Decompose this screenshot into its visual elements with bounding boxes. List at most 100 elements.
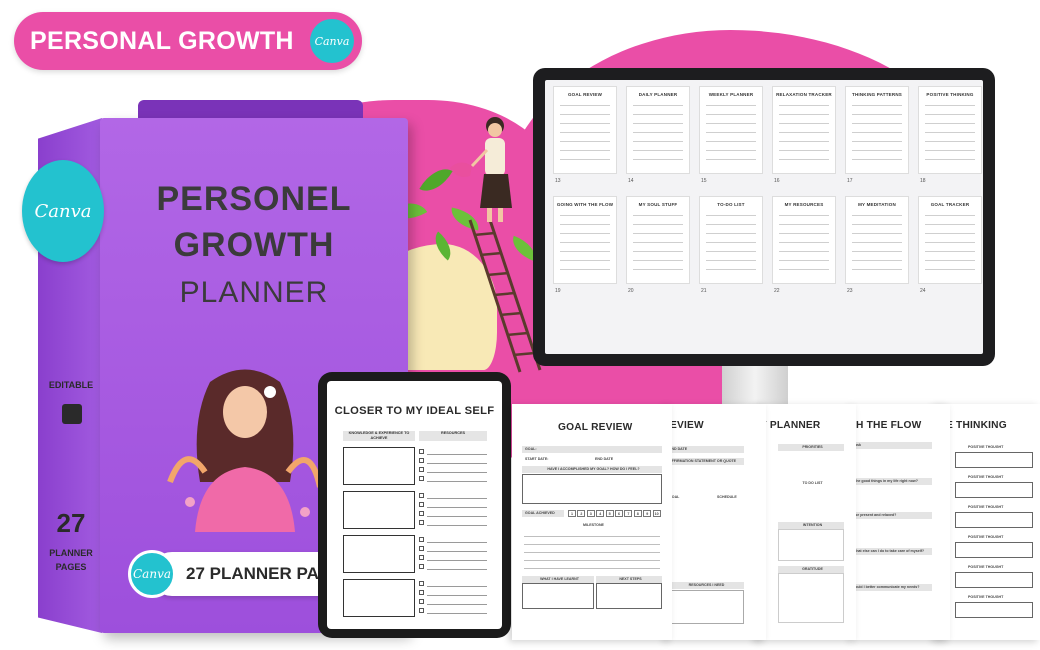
thumbnail-title: DAILY PLANNER	[638, 92, 678, 97]
scale-cell[interactable]: 8	[633, 510, 642, 517]
thumbnail-line	[925, 269, 975, 270]
tablet-knowledge-box[interactable]	[343, 447, 415, 485]
thumbnail-page-number: 24	[920, 288, 926, 294]
product-mockup: PERSONAL GROWTH Canva PERSONEL GROWTH PL…	[0, 0, 1040, 650]
checkbox[interactable]	[419, 555, 424, 560]
checkbox[interactable]	[419, 546, 424, 551]
checkbox[interactable]	[419, 608, 424, 613]
resource-line	[427, 463, 487, 464]
thumbnail-line	[925, 215, 975, 216]
sheet-title: Y PLANNER	[760, 420, 821, 431]
scale-cell[interactable]: 1	[568, 510, 576, 517]
thumbnail-line	[706, 215, 756, 216]
scale-cell[interactable]: 4	[596, 510, 605, 517]
box-title-line3: PLANNER	[179, 276, 329, 309]
positive-thought-box[interactable]	[955, 482, 1033, 498]
canva-logo-icon: Canva	[310, 19, 354, 63]
thumbnail-line	[925, 233, 975, 234]
resource-line	[427, 542, 487, 543]
checkbox[interactable]	[419, 511, 424, 516]
scale-cell[interactable]: 6	[615, 510, 623, 517]
thumbnail-line	[706, 114, 756, 115]
thumbnail-line	[925, 260, 975, 261]
thumbnail-line	[706, 105, 756, 106]
positive-thought-box[interactable]	[955, 602, 1033, 618]
checkbox[interactable]	[419, 590, 424, 595]
box-title-line1: PERSONEL	[156, 180, 352, 218]
checkbox[interactable]	[419, 537, 424, 542]
thumbnail-line	[779, 150, 829, 151]
page-thumbnail[interactable]: GOING WITH THE FLOW	[553, 196, 617, 284]
sheet-goal-review-2: EVIEW END DATE AFFIRMATION STATEMENT OR …	[666, 404, 766, 640]
checkbox[interactable]	[419, 467, 424, 472]
checkbox[interactable]	[419, 493, 424, 498]
checkbox[interactable]	[419, 564, 424, 569]
page-thumbnail[interactable]: MY MEDITATION	[845, 196, 909, 284]
checkbox[interactable]	[419, 520, 424, 525]
thumbnail-title: TO-DO LIST	[717, 202, 745, 207]
positive-thought-box[interactable]	[955, 542, 1033, 558]
thumbnail-line	[852, 150, 902, 151]
thumbnail-line	[852, 233, 902, 234]
thumbnail-line	[706, 242, 756, 243]
milestone-label: MILESTONE	[522, 522, 662, 529]
milestone-line	[524, 536, 660, 537]
thumbnail-title: WEEKLY PLANNER	[708, 92, 754, 97]
resource-line	[427, 498, 487, 499]
resource-line	[427, 507, 487, 508]
checkbox[interactable]	[419, 581, 424, 586]
scale-cell[interactable]: 7	[624, 510, 633, 517]
checkbox[interactable]	[419, 599, 424, 604]
tablet-knowledge-box[interactable]	[343, 535, 415, 573]
milestone-line	[524, 552, 660, 553]
resource-line	[427, 551, 487, 552]
positive-thought-box[interactable]	[955, 572, 1033, 588]
scale-cell[interactable]: 9	[643, 510, 652, 517]
positive-thought-box[interactable]	[955, 452, 1033, 468]
scale-cell[interactable]: 10	[652, 510, 661, 517]
thumbnail-line	[779, 123, 829, 124]
page-thumbnail[interactable]: GOAL TRACKER	[918, 196, 982, 284]
thumbnail-line	[852, 224, 902, 225]
positive-thought-label: POSITIVE THOUGHT	[965, 504, 1035, 511]
page-thumbnail[interactable]: POSITIVE THINKING	[918, 86, 982, 174]
page-thumbnail[interactable]: TO-DO LIST	[699, 196, 763, 284]
thumbnail-page-number: 20	[628, 288, 634, 294]
thumbnail-line	[560, 159, 610, 160]
tablet-knowledge-box[interactable]	[343, 579, 415, 617]
thumbnail-line	[779, 242, 829, 243]
thumbnail-line	[779, 251, 829, 252]
thumbnail-line	[925, 132, 975, 133]
page-thumbnail[interactable]: THINKING PATTERNS	[845, 86, 909, 174]
thumbnail-page-number: 13	[555, 178, 561, 184]
page-thumbnail[interactable]: RELAXATION TRACKER	[772, 86, 836, 174]
woman-portrait-illustration	[167, 369, 323, 532]
thumbnail-line	[706, 233, 756, 234]
checkbox[interactable]	[419, 458, 424, 463]
thumbnail-title: THINKING PATTERNS	[852, 92, 902, 97]
todo-header: TO DO LIST	[778, 480, 844, 487]
resource-line	[427, 525, 487, 526]
checkbox[interactable]	[419, 502, 424, 507]
tablet-knowledge-box[interactable]	[343, 491, 415, 529]
thumbnail-line	[706, 132, 756, 133]
scale-cell[interactable]: 5	[605, 510, 614, 517]
page-thumbnail[interactable]: GOAL REVIEW	[553, 86, 617, 174]
page-thumbnail[interactable]: MY SOUL STUFF	[626, 196, 690, 284]
positive-thought-label: POSITIVE THOUGHT	[965, 564, 1035, 571]
page-thumbnail[interactable]: DAILY PLANNER	[626, 86, 690, 174]
thumbnail-line	[560, 132, 610, 133]
thumbnail-line	[852, 123, 902, 124]
thumbnail-line	[560, 233, 610, 234]
thumbnail-line	[706, 224, 756, 225]
milestone-line	[524, 568, 660, 569]
checkbox[interactable]	[419, 449, 424, 454]
scale-cell[interactable]: 3	[586, 510, 595, 517]
positive-thought-box[interactable]	[955, 512, 1033, 528]
page-thumbnail[interactable]: WEEKLY PLANNER	[699, 86, 763, 174]
end-date-label: END DATE	[592, 456, 662, 463]
page-thumbnail[interactable]: MY RESOURCES	[772, 196, 836, 284]
scale-cell[interactable]: 2	[577, 510, 586, 517]
positive-thought-label: POSITIVE THOUGHT	[965, 474, 1035, 481]
checkbox[interactable]	[419, 476, 424, 481]
